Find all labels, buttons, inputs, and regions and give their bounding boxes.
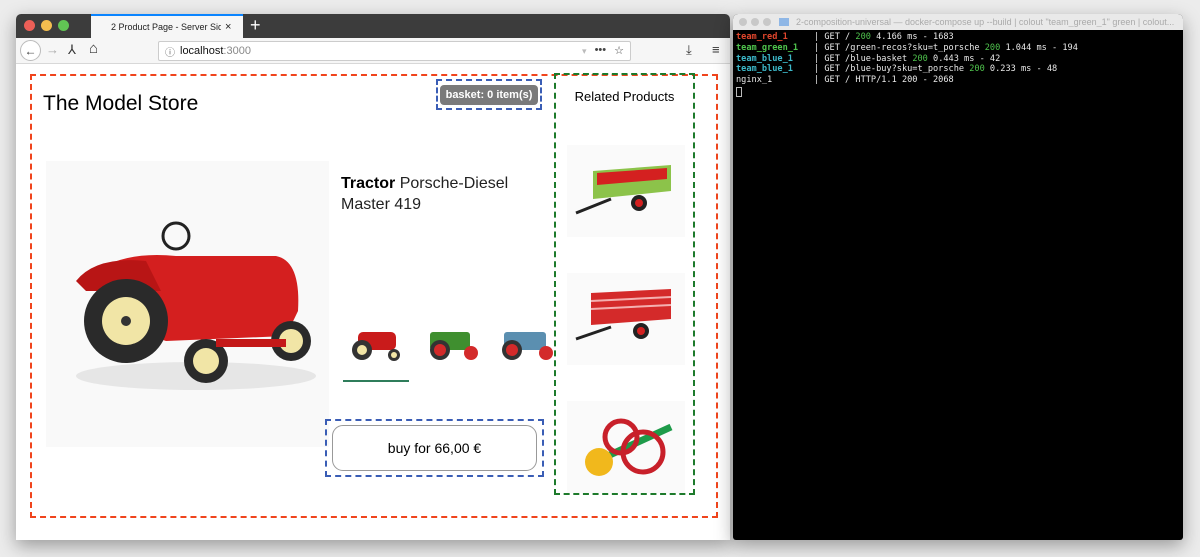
variant-thumbnail bbox=[352, 332, 400, 361]
team-blue-basket-fragment: basket: 0 item(s) bbox=[436, 79, 542, 110]
red-trailer-image bbox=[575, 289, 672, 341]
log-line: team_blue_1 | GET /blue-buy?sku=t_porsche… bbox=[736, 64, 1180, 75]
log-line: team_green_1 | GET /green-recos?sku=t_por… bbox=[736, 43, 1180, 54]
log-line: team_red_1 | GET / 200 4.166 ms - 1683 bbox=[736, 32, 1180, 43]
page-content: The Model Store Tractor Porsche-Diesel M… bbox=[16, 64, 730, 540]
tab-product-page[interactable]: 2 Product Page - Server Side R × bbox=[91, 14, 243, 38]
product-category: Tractor bbox=[341, 175, 396, 192]
url-host: localhost bbox=[180, 45, 224, 57]
log-service: team_red_1 bbox=[736, 32, 788, 42]
related-product-rake[interactable] bbox=[567, 401, 685, 493]
log-timing: 4.166 ms - 1683 bbox=[870, 32, 954, 42]
variant-option-porsche[interactable] bbox=[341, 318, 411, 382]
log-service: team_blue_1 bbox=[736, 64, 793, 75]
minimize-window-button[interactable] bbox=[41, 20, 52, 31]
log-line: team_blue_1 | GET /blue-basket 200 0.443 … bbox=[736, 54, 1180, 65]
log-timing: 1.044 ms - 194 bbox=[1000, 42, 1078, 53]
product-name: Tractor Porsche-Diesel Master 419 bbox=[341, 173, 561, 215]
rake-image bbox=[585, 418, 673, 476]
zoom-window-button[interactable] bbox=[763, 18, 771, 26]
folder-icon bbox=[779, 18, 789, 26]
home-button[interactable]: ⌂ bbox=[89, 40, 98, 57]
log-request: | GET /green-recos?sku=t_porsche bbox=[814, 42, 985, 53]
log-service: team_blue_1 bbox=[736, 53, 793, 64]
green-trailer-image bbox=[575, 165, 671, 215]
url-dropdown-icon[interactable]: ▾ bbox=[582, 46, 587, 57]
log-status: 200 bbox=[984, 42, 1001, 53]
tab-title: 2 Product Page - Server Side R bbox=[111, 22, 221, 32]
reload-button[interactable]: ⅄ bbox=[68, 42, 76, 58]
product-image bbox=[46, 161, 329, 447]
basket-badge[interactable]: basket: 0 item(s) bbox=[439, 84, 539, 105]
close-window-button[interactable] bbox=[24, 20, 35, 31]
browser-window: 2 Product Page - Server Side R × + ← → ⅄… bbox=[16, 14, 730, 540]
zoom-window-button[interactable] bbox=[58, 20, 69, 31]
new-tab-button[interactable]: + bbox=[250, 15, 261, 36]
log-timing: 0.233 ms - 48 bbox=[984, 64, 1058, 75]
terminal-title-bar: 2-composition-universal — docker-compose… bbox=[733, 14, 1183, 30]
log-status: 200 bbox=[969, 64, 985, 75]
log-timing: 0.443 ms - 42 bbox=[927, 53, 1001, 64]
team-green-recos-fragment: Related Products bbox=[554, 73, 695, 495]
related-products-title: Related Products bbox=[574, 89, 675, 104]
page-actions-icon[interactable]: ••• bbox=[595, 44, 607, 57]
variant-option-fendt[interactable] bbox=[415, 318, 485, 370]
close-tab-icon[interactable]: × bbox=[225, 21, 231, 33]
window-controls bbox=[24, 20, 69, 31]
terminal-window: 2-composition-universal — docker-compose… bbox=[733, 14, 1183, 540]
buy-button[interactable]: buy for 66,00 € bbox=[332, 425, 537, 471]
terminal-output[interactable]: team_red_1 | GET / 200 4.166 ms - 1683 te… bbox=[733, 30, 1183, 103]
log-request: | GET / HTTP/1.1 200 - 2068 bbox=[814, 75, 954, 86]
minimize-window-button[interactable] bbox=[751, 18, 759, 26]
log-service: nginx_1 bbox=[736, 75, 773, 86]
related-product-green-trailer[interactable] bbox=[567, 145, 685, 237]
navigation-toolbar: ← → ⅄ ⌂ ⓘ localhost :3000 ▾ ••• ☆ ⤓ ≡ bbox=[16, 38, 730, 64]
forward-button[interactable]: → bbox=[46, 42, 59, 57]
page-title: The Model Store bbox=[43, 92, 199, 115]
bookmark-star-icon[interactable]: ☆ bbox=[614, 44, 624, 57]
url-port: :3000 bbox=[223, 45, 251, 57]
log-status: 200 bbox=[912, 53, 928, 64]
variant-options bbox=[341, 318, 559, 382]
variant-thumbnail bbox=[430, 332, 478, 360]
terminal-cursor bbox=[736, 86, 742, 97]
red-tractor-image bbox=[76, 221, 316, 390]
related-product-red-trailer[interactable] bbox=[567, 273, 685, 365]
url-bar[interactable]: ⓘ localhost :3000 ▾ ••• ☆ bbox=[158, 41, 631, 61]
back-button[interactable]: ← bbox=[20, 40, 41, 61]
variant-option-eicher[interactable] bbox=[489, 318, 559, 370]
download-icon[interactable]: ⤓ bbox=[686, 42, 692, 58]
team-blue-buy-fragment: buy for 66,00 € bbox=[325, 419, 544, 477]
log-request: | GET /blue-basket bbox=[814, 53, 913, 64]
log-request: | GET / bbox=[814, 32, 856, 42]
tab-bar: 2 Product Page - Server Side R × + bbox=[16, 14, 730, 38]
info-icon[interactable]: ⓘ bbox=[165, 44, 175, 59]
log-request: | GET /blue-buy?sku=t_porsche bbox=[814, 64, 970, 75]
menu-icon[interactable]: ≡ bbox=[712, 42, 720, 57]
terminal-title: 2-composition-universal — docker-compose… bbox=[796, 17, 1175, 27]
log-service: team_green_1 bbox=[736, 42, 799, 53]
variant-thumbnail bbox=[502, 332, 553, 360]
log-status: 200 bbox=[855, 32, 871, 42]
log-line: nginx_1 | GET / HTTP/1.1 200 - 2068 bbox=[736, 75, 1180, 86]
close-window-button[interactable] bbox=[739, 18, 747, 26]
